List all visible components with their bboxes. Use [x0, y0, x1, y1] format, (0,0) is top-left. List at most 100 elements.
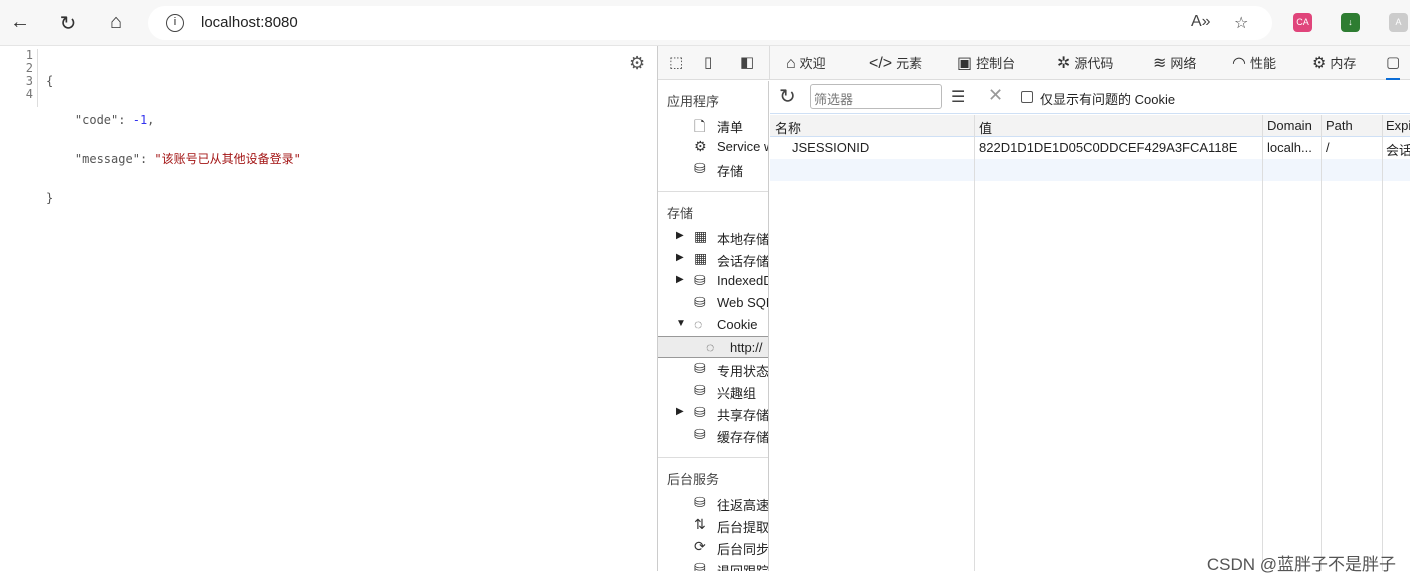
brace-open: {: [46, 74, 54, 88]
column-header-name[interactable]: 名称: [775, 118, 801, 137]
grid-icon: ▦: [694, 228, 708, 244]
clear-all-icon[interactable]: ☰: [951, 87, 965, 107]
expand-icon: ▶: [676, 252, 684, 263]
inspect-icon[interactable]: ⬚: [669, 53, 683, 71]
extension-icon[interactable]: A: [1389, 13, 1408, 32]
column-header-expires[interactable]: Expi: [1386, 118, 1410, 133]
filter-bar: ↻ 筛选器 ☰ ✕ 仅显示有问题的 Cookie: [770, 81, 1410, 114]
expand-icon: ▶: [676, 230, 684, 241]
grid-icon: ▦: [694, 250, 708, 266]
tab-performance[interactable]: ◠ 性能: [1232, 53, 1276, 73]
json-viewer: 1 2 3 4 { "code": -1, "message": "该账号已从其…: [0, 46, 657, 583]
read-aloud-icon[interactable]: A»: [1191, 13, 1211, 31]
cookie-table: 名称 值 Domain Path Expi JSESSIONID 822D1D1…: [770, 115, 1410, 571]
watermark: CSDN @蓝胖子不是胖子: [1206, 555, 1396, 574]
home-icon: ⌂: [786, 55, 796, 72]
translate-extension-icon[interactable]: CA: [1293, 13, 1312, 32]
favorite-star-icon[interactable]: ☆: [1234, 13, 1248, 33]
sidebar-item-storage[interactable]: ⛁ 存储: [658, 158, 768, 180]
section-background-services: 后台服务: [667, 472, 720, 487]
database-icon: ⛁: [694, 272, 706, 288]
tab-sources[interactable]: ✲ 源代码: [1057, 53, 1113, 73]
dock-icon[interactable]: ◧: [740, 53, 754, 71]
sidebar-item-shared-storage[interactable]: ▶ ⛁ 共享存储: [658, 402, 768, 424]
expand-icon: ▶: [676, 406, 684, 417]
sidebar-item-cookie[interactable]: ▼ ◌ Cookie: [658, 314, 768, 336]
gauge-icon: ◠: [1232, 55, 1246, 72]
cookie-path[interactable]: /: [1326, 140, 1330, 155]
refresh-icon[interactable]: ↻: [779, 84, 796, 109]
section-storage: 存储: [667, 206, 694, 221]
line-numbers: 1 2 3 4: [0, 49, 38, 107]
sidebar-item-private-state[interactable]: ⛁ 专用状态: [658, 358, 768, 380]
tab-welcome[interactable]: ⌂ 欢迎: [786, 53, 826, 73]
sidebar-item-background-fetch[interactable]: ⇅ 后台提取: [658, 514, 768, 536]
sidebar-item-background-sync[interactable]: ⟳ 后台同步: [658, 536, 768, 558]
column-header-value[interactable]: 值: [979, 118, 992, 137]
url-text[interactable]: localhost:8080: [201, 14, 298, 31]
expand-icon: ▶: [676, 274, 684, 285]
info-icon[interactable]: i: [166, 14, 184, 32]
column-header-path[interactable]: Path: [1326, 118, 1353, 133]
tab-console[interactable]: ▣ 控制台: [957, 53, 1015, 73]
sidebar-item-bounce-tracking[interactable]: ⛁退回跟踪: [658, 558, 768, 571]
gear-icon[interactable]: ⚙: [629, 53, 645, 74]
bug-icon: ✲: [1057, 55, 1071, 72]
json-key: "message": [74, 152, 140, 166]
cookie-icon: ◌: [706, 339, 715, 355]
sidebar-item-cache-storage[interactable]: ⛁ 缓存存储: [658, 424, 768, 446]
cookie-pane: ↻ 筛选器 ☰ ✕ 仅显示有问题的 Cookie 名称 值 Domain Pat…: [770, 81, 1410, 571]
cookie-domain[interactable]: localh...: [1267, 140, 1312, 155]
database-icon: ⛁: [694, 294, 706, 310]
application-sidebar: 应用程序 🗋 清单 ⚙ Service w ⛁ 存储 存储 ▶ ▦ 本地存储 ▶ ▦ 会话存储…: [658, 81, 769, 571]
sync-icon: ⟳: [694, 538, 706, 554]
issues-only-checkbox[interactable]: [1021, 91, 1033, 103]
browser-toolbar: ← ↻ ⌂ i localhost:8080 A» ☆ CA ↓ A: [0, 0, 1410, 46]
collapse-icon: ▼: [676, 318, 686, 329]
cookie-name[interactable]: JSESSIONID: [792, 140, 869, 155]
json-key: "code": [74, 113, 119, 127]
database-icon: ⛁: [694, 404, 706, 420]
address-bar[interactable]: i localhost:8080 A» ☆: [148, 6, 1272, 40]
tab-application[interactable]: ▢: [1386, 53, 1401, 80]
sidebar-item-cookie-origin[interactable]: ◌ http://: [658, 336, 768, 358]
sidebar-item-session-storage[interactable]: ▶ ▦ 会话存储: [658, 248, 768, 270]
filter-input[interactable]: 筛选器: [810, 84, 942, 109]
sidebar-item-service-worker[interactable]: ⚙ Service w: [658, 136, 768, 158]
sidebar-item-local-storage[interactable]: ▶ ▦ 本地存储: [658, 226, 768, 248]
cookie-value[interactable]: 822D1D1DE1D05C0DDCEF429A3FCA118E: [979, 140, 1237, 155]
tab-network[interactable]: ≋ 网络: [1153, 53, 1196, 73]
database-icon: ⛁: [694, 360, 706, 376]
refresh-icon[interactable]: ↻: [56, 11, 80, 36]
column-header-domain[interactable]: Domain: [1267, 118, 1312, 133]
sidebar-item-bfcache[interactable]: ⛁ 往返高速: [658, 492, 768, 514]
cookie-expires[interactable]: 会话: [1386, 140, 1410, 159]
code-icon: </>: [869, 55, 893, 72]
table-header: [770, 115, 1410, 137]
device-icon[interactable]: ▯: [704, 53, 712, 71]
home-icon[interactable]: ⌂: [104, 11, 128, 34]
devtools-panel: ⬚ ▯ ◧ ⌂ 欢迎 </> 元素 ▣ 控制台 ✲ 源代码 ≋ 网络 ◠ 性能 ⚙ 内存 ▢ …: [657, 46, 1410, 571]
line-number: 4: [25, 87, 33, 101]
tab-elements[interactable]: </> 元素: [869, 53, 922, 73]
sidebar-item-manifest[interactable]: 🗋 清单: [658, 114, 768, 136]
back-icon[interactable]: ←: [8, 11, 32, 34]
tab-memory[interactable]: ⚙ 内存: [1312, 53, 1356, 73]
brace-close: }: [46, 191, 54, 205]
console-icon: ▣: [957, 55, 973, 72]
delete-selected-icon[interactable]: ✕: [988, 85, 1003, 106]
chip-icon: ⚙: [1312, 55, 1327, 72]
up-down-arrows-icon: ⇅: [694, 516, 706, 532]
issues-only-label: 仅显示有问题的 Cookie: [1040, 92, 1176, 107]
gear-file-icon: ⚙: [694, 138, 707, 154]
database-icon: ⛁: [694, 382, 706, 398]
json-value: "该账号已从其他设备登录": [154, 152, 301, 166]
sidebar-item-interest-groups[interactable]: ⛁ 兴趣组: [658, 380, 768, 402]
database-icon: ⛁: [694, 560, 706, 571]
devtools-toolbar: ⬚ ▯ ◧ ⌂ 欢迎 </> 元素 ▣ 控制台 ✲ 源代码 ≋ 网络 ◠ 性能 ⚙ 内存 ▢: [658, 46, 1410, 80]
download-extension-icon[interactable]: ↓: [1341, 13, 1360, 32]
database-icon: ⛁: [694, 426, 706, 442]
sidebar-item-websql[interactable]: ⛁ Web SQL: [658, 292, 768, 314]
sidebar-item-indexeddb[interactable]: ▶ ⛁ IndexedD: [658, 270, 768, 292]
application-icon: ▢: [1386, 54, 1401, 71]
